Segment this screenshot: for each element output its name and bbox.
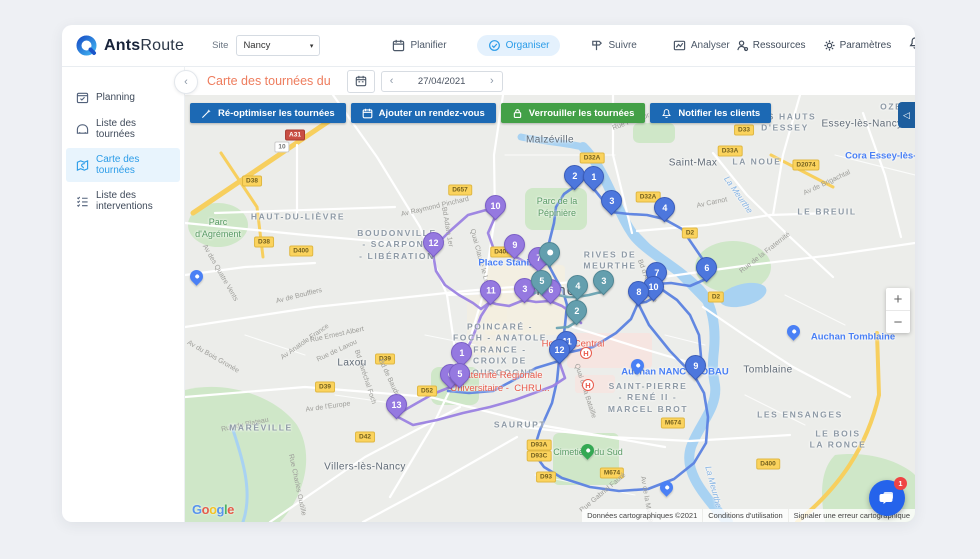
antsroute-logo-icon (76, 35, 97, 56)
tab-analyser[interactable]: Analyser (667, 35, 736, 56)
map-route-icon (76, 159, 89, 172)
gear-icon (823, 39, 836, 52)
zoom-in-button[interactable]: + (886, 288, 910, 311)
tab-organiser[interactable]: Organiser (477, 35, 561, 56)
attribution-copyright: Données cartographiques ©2021 (582, 509, 702, 522)
chart-icon (673, 39, 686, 52)
chat-badge: 1 (894, 477, 907, 490)
antsroute-logo[interactable]: AntsRoute (76, 35, 184, 56)
site-label: Site (212, 40, 228, 51)
map-attribution: Données cartographiques ©2021 Conditions… (582, 509, 915, 522)
calendar-icon (355, 75, 367, 87)
previous-day-button[interactable]: ‹ (390, 75, 394, 87)
zoom-out-button[interactable]: − (886, 311, 910, 333)
current-date: 27/04/2021 (418, 76, 466, 87)
chat-icon (878, 489, 896, 507)
google-logo: Google (192, 502, 234, 517)
sidebar-item-carte-des-tournees[interactable]: Carte des tournées (66, 148, 180, 182)
bell-icon (908, 36, 915, 50)
map-toolbar: Ré-optimiser les tournées Ajouter un ren… (190, 103, 771, 123)
app-window: AntsRoute Site Nancy ▾ Planifier Organis… (62, 25, 915, 522)
signpost-icon (590, 39, 603, 52)
attribution-terms-link[interactable]: Conditions d'utilisation (703, 509, 787, 522)
optimize-icon (488, 39, 501, 52)
reoptimize-routes-button[interactable]: Ré-optimiser les tournées (190, 103, 346, 123)
collapse-panel-button[interactable]: ◁ (898, 102, 915, 128)
sidebar-item-liste-des-tournees[interactable]: Liste des tournées (66, 112, 180, 146)
next-day-button[interactable]: › (490, 75, 494, 87)
top-navbar: AntsRoute Site Nancy ▾ Planifier Organis… (62, 25, 915, 67)
tab-suivre[interactable]: Suivre (584, 35, 642, 56)
add-appointment-button[interactable]: Ajouter un rendez-vous (351, 103, 496, 123)
chat-widget-button[interactable]: 1 (869, 480, 905, 516)
tab-planifier[interactable]: Planifier (386, 35, 452, 56)
map-canvas[interactable]: A3110D657D400D32AD32AD33D33AD2074D38D38D… (185, 95, 915, 522)
page-title: Carte des tournées du (207, 74, 331, 88)
sidebar-item-liste-des-interventions[interactable]: Liste des interventions (66, 184, 180, 218)
map-zoom-control: + − (886, 288, 910, 333)
logo-text: AntsRoute (104, 37, 184, 55)
person-gear-icon (736, 39, 749, 52)
chevron-down-icon: ▾ (310, 42, 314, 50)
settings-button[interactable]: Paramètres (823, 39, 892, 52)
wand-icon (201, 108, 212, 119)
notify-clients-button[interactable]: Notifier les clients (650, 103, 771, 123)
datebar-back-button[interactable]: ‹ (174, 70, 198, 94)
bell-icon (661, 108, 672, 119)
map-base (185, 95, 915, 522)
date-bar: ‹ Carte des tournées du ‹ 27/04/2021 › (185, 67, 915, 95)
site-select[interactable]: Nancy ▾ (236, 35, 320, 56)
date-navigator: ‹ 27/04/2021 › (381, 71, 503, 92)
calendar-icon (392, 39, 405, 52)
calendar-picker-button[interactable] (347, 70, 375, 93)
calendar-icon (362, 108, 373, 119)
left-sidebar: Planning Liste des tournées Carte des to… (62, 67, 185, 522)
resources-button[interactable]: Ressources (736, 39, 806, 52)
main-tabs: Planifier Organiser Suivre Analyser (386, 35, 735, 56)
sidebar-item-planning[interactable]: Planning (66, 85, 180, 110)
notifications-button[interactable]: 6 (908, 36, 915, 55)
lock-icon (512, 108, 523, 119)
van-icon (76, 123, 89, 136)
calendar-check-icon (76, 91, 89, 104)
lock-routes-button[interactable]: Verrouiller les tournées (501, 103, 646, 123)
checklist-icon (76, 195, 89, 208)
